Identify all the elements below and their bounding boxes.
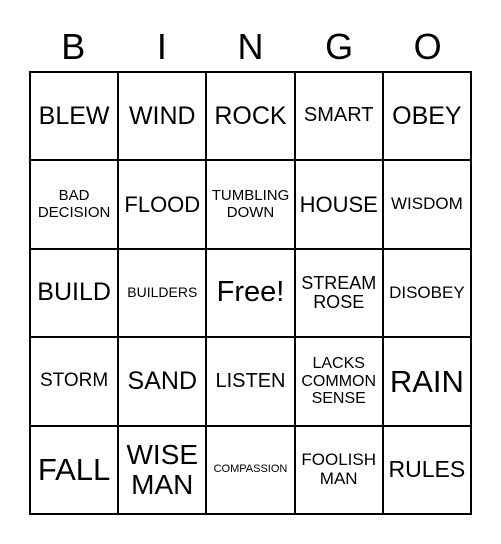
bingo-cell[interactable]: RULES [382, 425, 471, 514]
cell-text: WIND [128, 101, 196, 130]
bingo-cell[interactable]: TUMBLING DOWN [206, 160, 295, 249]
header-letter-n: N [237, 26, 264, 67]
bingo-cell[interactable]: DISOBEY [382, 248, 471, 338]
bingo-board: BLEW WIND ROCK SMART OBEY BAD DECISION F… [29, 71, 472, 515]
cell-text: LACKS COMMON SENSE [301, 355, 377, 408]
cell-text: STORM [39, 370, 109, 392]
cell-text: BLEW [38, 101, 110, 130]
cell-text: HOUSE [299, 191, 378, 217]
cell-text: BAD DECISION [37, 187, 111, 221]
cell-text: BUILDERS [127, 284, 198, 301]
bingo-cell[interactable]: BAD DECISION [30, 160, 119, 249]
bingo-cell[interactable]: SMART [294, 72, 383, 161]
bingo-cell[interactable]: FLOOD [118, 160, 207, 249]
cell-text: RAIN [389, 363, 464, 399]
cell-text: FALL [37, 452, 111, 488]
header-letter-i: I [156, 26, 167, 67]
bingo-header: B I N G O [29, 24, 472, 70]
free-space-cell[interactable]: Free! [206, 248, 295, 338]
cell-text: LISTEN [215, 369, 286, 392]
cell-text: FLOOD [124, 191, 201, 217]
bingo-cell[interactable]: STORM [30, 337, 119, 426]
bingo-cell[interactable]: BUILDERS [118, 248, 207, 338]
header-letter-g: G [325, 26, 354, 67]
bingo-cell[interactable]: RAIN [382, 337, 471, 426]
cell-text: BUILD [37, 278, 111, 307]
bingo-cell[interactable]: COMPASSION [206, 425, 295, 514]
bingo-cell[interactable]: BLEW [30, 72, 119, 161]
bingo-cell[interactable]: ROCK [206, 72, 295, 161]
bingo-cell[interactable]: LISTEN [206, 337, 295, 426]
cell-text: TUMBLING DOWN [211, 187, 290, 221]
bingo-cell[interactable]: OBEY [382, 72, 471, 161]
header-letter-o: O [413, 26, 442, 67]
bingo-cell[interactable]: HOUSE [294, 160, 383, 249]
cell-text: STREAM ROSE [301, 272, 377, 312]
bingo-cell[interactable]: WIND [118, 72, 207, 161]
bingo-cell[interactable]: WISDOM [382, 160, 471, 249]
cell-text: OBEY [392, 101, 462, 130]
cell-text: WISE MAN [126, 438, 199, 500]
bingo-cell[interactable]: BUILD [30, 248, 119, 338]
cell-text: WISDOM [391, 194, 463, 214]
cell-text: COMPASSION [213, 462, 288, 475]
cell-text: SAND [127, 366, 198, 395]
bingo-cell[interactable]: SAND [118, 337, 207, 426]
bingo-cell[interactable]: FALL [30, 425, 119, 514]
cell-text: RULES [388, 456, 466, 483]
header-letter-b: B [61, 26, 86, 67]
cell-text: FOOLISH MAN [301, 450, 376, 488]
cell-text: SMART [303, 104, 374, 127]
free-space-text: Free! [216, 276, 285, 309]
cell-text: DISOBEY [389, 282, 465, 302]
bingo-cell[interactable]: STREAM ROSE [294, 248, 383, 338]
bingo-cell[interactable]: WISE MAN [118, 425, 207, 514]
bingo-cell[interactable]: LACKS COMMON SENSE [294, 337, 383, 426]
bingo-cell[interactable]: FOOLISH MAN [294, 425, 383, 514]
cell-text: ROCK [214, 101, 287, 130]
